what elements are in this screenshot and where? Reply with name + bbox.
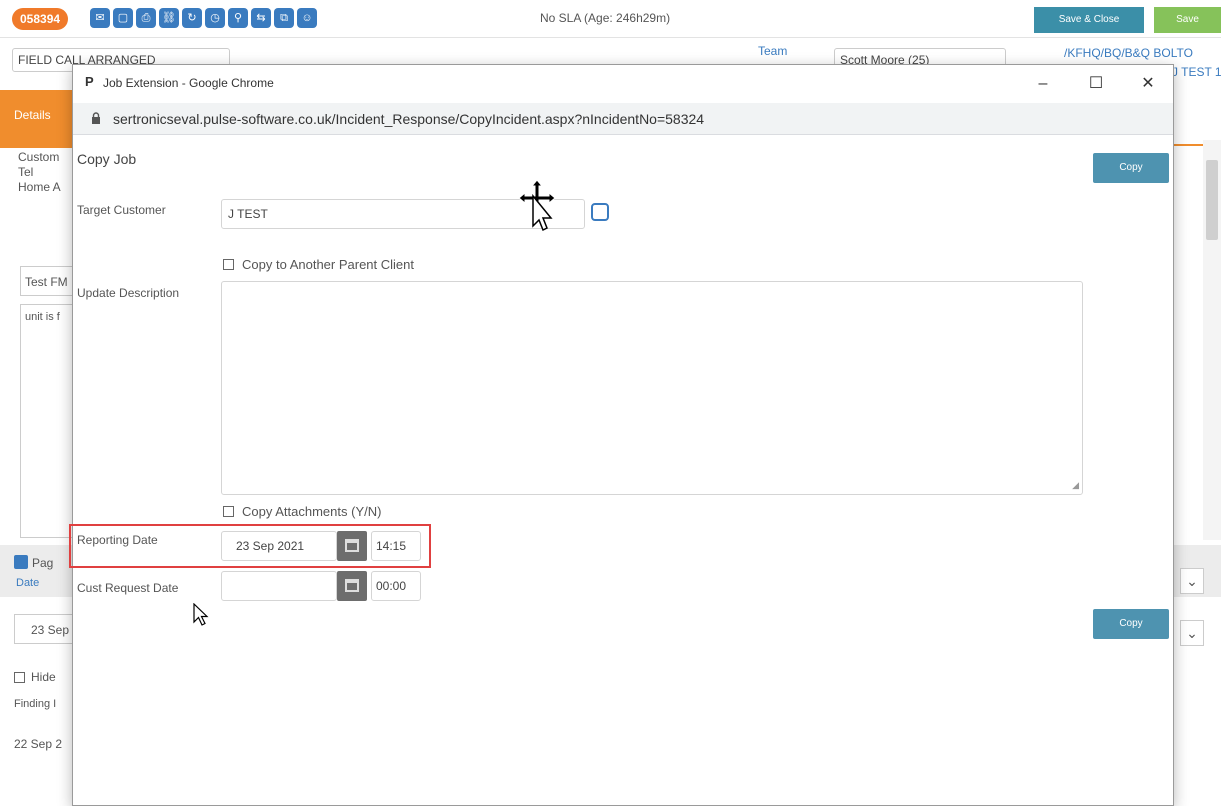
update-description-label: Update Description bbox=[77, 286, 180, 300]
copy-parent-row[interactable]: Copy to Another Parent Client bbox=[223, 257, 414, 272]
maximize-icon[interactable]: ☐ bbox=[1081, 71, 1111, 97]
cust-request-time-input[interactable]: 00:00 bbox=[371, 571, 421, 601]
user-icon[interactable]: ☺ bbox=[297, 8, 317, 28]
finding-label: Finding I bbox=[14, 698, 57, 710]
reporting-time-input[interactable]: 14:15 bbox=[371, 531, 421, 561]
site-link[interactable]: /KFHQ/BQ/B&Q BOLTO bbox=[1064, 46, 1193, 60]
unit-notes-box[interactable]: unit is f bbox=[20, 304, 80, 538]
job-number-badge[interactable]: 058394 bbox=[12, 8, 69, 30]
window-title: Job Extension - Google Chrome bbox=[103, 76, 274, 90]
team-label: Team bbox=[758, 44, 788, 58]
copy-parent-label: Copy to Another Parent Client bbox=[242, 257, 414, 272]
clock-icon[interactable]: ◷ bbox=[205, 8, 225, 28]
scrollbar-thumb[interactable] bbox=[1206, 160, 1218, 240]
reporting-date-input[interactable]: 23 Sep 2021 bbox=[221, 531, 337, 561]
home-address-label: Home A bbox=[18, 180, 61, 194]
hide-label: Hide bbox=[31, 670, 56, 684]
toolbar-icons: ✉ ▢ ⎙ ⛓ ↻ ◷ ⚲ ⇆ ⧉ ☺ bbox=[90, 8, 317, 28]
app-top-bar: 058394 ✉ ▢ ⎙ ⛓ ↻ ◷ ⚲ ⇆ ⧉ ☺ No SLA (Age: … bbox=[0, 0, 1221, 38]
copy-button-bottom[interactable]: Copy bbox=[1093, 609, 1169, 639]
reporting-date-label: Reporting Date bbox=[77, 533, 158, 547]
page-label: Pag bbox=[32, 556, 54, 570]
resize-grip-icon[interactable]: ◢ bbox=[1072, 480, 1079, 491]
tab-details[interactable]: Details bbox=[0, 90, 72, 148]
hide-checkbox-row[interactable]: Hide bbox=[14, 670, 56, 684]
pin-icon[interactable]: ⚲ bbox=[228, 8, 248, 28]
copy-job-form: Copy Job Copy Target Customer J TEST Cop… bbox=[69, 135, 1173, 805]
test-field-text: Test FM bbox=[25, 275, 68, 289]
lock-icon bbox=[92, 112, 100, 124]
date-value-box[interactable]: 23 Sep bbox=[14, 614, 76, 644]
tel-label: Tel bbox=[18, 165, 34, 179]
search-icon[interactable] bbox=[591, 203, 609, 221]
save-button[interactable]: Save bbox=[1154, 7, 1221, 33]
window-titlebar[interactable]: P Job Extension - Google Chrome – ☐ ✕ bbox=[73, 65, 1173, 103]
finding-date: 22 Sep 2 bbox=[14, 737, 63, 751]
page-date-bar: Pag Date bbox=[0, 545, 80, 597]
target-customer-label: Target Customer bbox=[77, 203, 166, 217]
copy-attachments-label: Copy Attachments (Y/N) bbox=[242, 504, 382, 519]
address-bar[interactable]: sertronicseval.pulse-software.co.uk/Inci… bbox=[73, 103, 1173, 135]
envelope-icon[interactable]: ✉ bbox=[90, 8, 110, 28]
refresh-icon[interactable]: ↻ bbox=[182, 8, 202, 28]
box-icon[interactable]: ▢ bbox=[113, 8, 133, 28]
sla-status: No SLA (Age: 246h29m) bbox=[540, 11, 671, 25]
date-label: Date bbox=[16, 577, 40, 589]
calendar-icon[interactable] bbox=[337, 531, 367, 561]
print-icon[interactable]: ⎙ bbox=[136, 8, 156, 28]
close-icon[interactable]: ✕ bbox=[1133, 71, 1163, 97]
job-extension-window: P Job Extension - Google Chrome – ☐ ✕ se… bbox=[69, 64, 1174, 806]
update-description-textarea[interactable]: ◢ bbox=[221, 281, 1083, 495]
calendar-icon[interactable] bbox=[337, 571, 367, 601]
customer-label: Custom bbox=[18, 150, 60, 164]
pulse-logo-icon: P bbox=[85, 74, 94, 89]
share-icon[interactable]: ⇆ bbox=[251, 8, 271, 28]
minimize-icon[interactable]: – bbox=[1028, 71, 1058, 97]
cust-request-date-input[interactable] bbox=[221, 571, 337, 601]
link-icon[interactable]: ⛓ bbox=[159, 8, 179, 28]
arrow-cursor-icon bbox=[193, 603, 209, 626]
copy-attachments-row[interactable]: Copy Attachments (Y/N) bbox=[223, 504, 381, 519]
hide-checkbox[interactable] bbox=[14, 671, 25, 683]
copy-icon[interactable]: ⧉ bbox=[274, 8, 294, 28]
cust-request-date-label: Cust Request Date bbox=[77, 581, 179, 595]
site-link-secondary[interactable]: J TEST 1 bbox=[1172, 65, 1221, 79]
unit-notes-text: unit is f bbox=[25, 311, 60, 323]
copy-attachments-checkbox[interactable] bbox=[223, 506, 234, 517]
test-field-box[interactable]: Test FM bbox=[20, 266, 80, 296]
copy-button-top[interactable]: Copy bbox=[1093, 153, 1169, 183]
move-cursor-icon bbox=[518, 179, 556, 232]
page-title: Copy Job bbox=[77, 151, 137, 167]
date-value-text: 23 Sep bbox=[31, 623, 70, 637]
chevron-down-icon[interactable]: ⌄ bbox=[1180, 620, 1204, 646]
edit-icon[interactable] bbox=[14, 555, 28, 569]
url-text: sertronicseval.pulse-software.co.uk/Inci… bbox=[113, 111, 705, 127]
chevron-down-icon[interactable]: ⌄ bbox=[1180, 568, 1204, 594]
save-close-button[interactable]: Save & Close bbox=[1034, 7, 1144, 33]
copy-parent-checkbox[interactable] bbox=[223, 259, 234, 270]
